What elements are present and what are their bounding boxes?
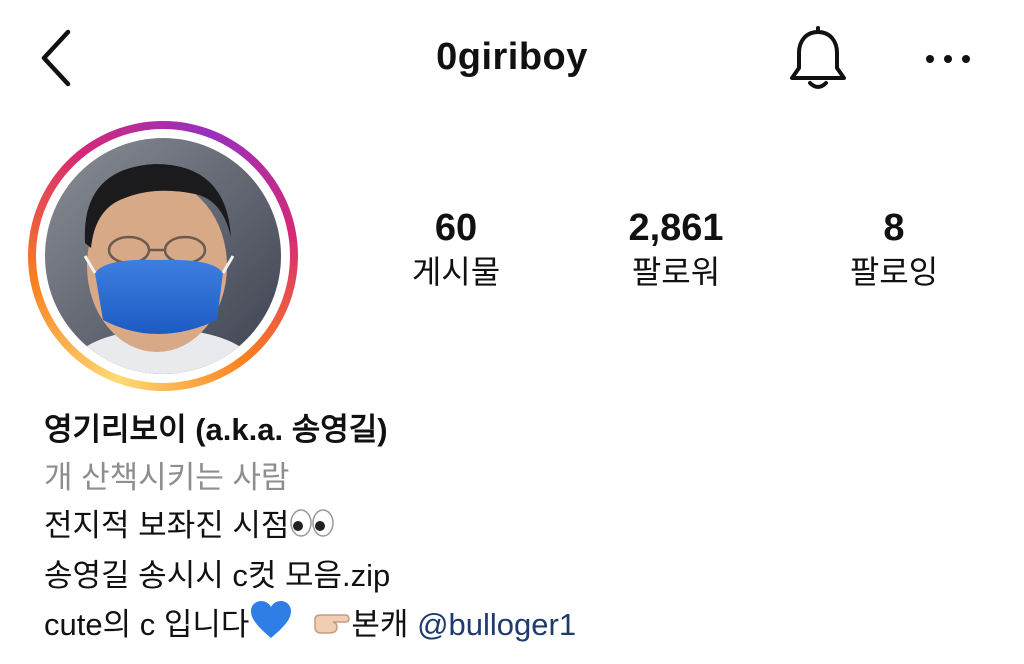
bell-icon [790,26,846,89]
bio-line-3-text: cute의 c 입니다 [44,607,250,642]
stat-followers[interactable]: 2,861 팔로워 [576,206,776,292]
posts-label: 게시물 [411,254,501,290]
blue-heart-icon [249,600,293,654]
notifications-button[interactable] [786,26,850,92]
profile-photo [45,138,281,374]
bio-line-1: 전지적 보좌진 시점 [44,502,1004,552]
bio-line-2: 송영길 송시시 c컷 모음.zip [44,557,391,593]
main-account-label: 본캐 [351,607,409,642]
bio-line-1-text: 전지적 보좌진 시점 [44,508,290,543]
display-name: 영기리보이 (a.k.a. 송영길) [44,412,388,447]
stat-following[interactable]: 8 팔로잉 [794,206,994,292]
mention-link[interactable]: @bulloger1 [417,607,576,642]
profile-username: 0giriboy [436,36,588,78]
ellipsis-icon [926,55,970,63]
followers-count: 2,861 [628,207,724,249]
story-ring[interactable] [28,121,298,391]
more-options-button[interactable] [920,44,976,74]
profile-bio: 영기리보이 (a.k.a. 송영길) 개 산책시키는 사람 전지적 보좌진 시점… [44,406,1004,654]
pointing-right-hand-icon [311,603,351,651]
following-count: 8 [883,207,905,249]
bio-line-3: cute의 c 입니다 본캐 @bulloger1 [44,600,1004,654]
posts-count: 60 [434,207,478,249]
followers-label: 팔로워 [631,254,721,290]
profile-avatar [45,138,281,374]
profile-header: 0giriboy [0,0,1024,120]
eyes-emoji-icon [289,504,335,552]
stat-posts[interactable]: 60 게시물 [356,206,556,292]
profile-category: 개 산책시키는 사람 [44,460,290,495]
following-label: 팔로잉 [849,254,939,290]
